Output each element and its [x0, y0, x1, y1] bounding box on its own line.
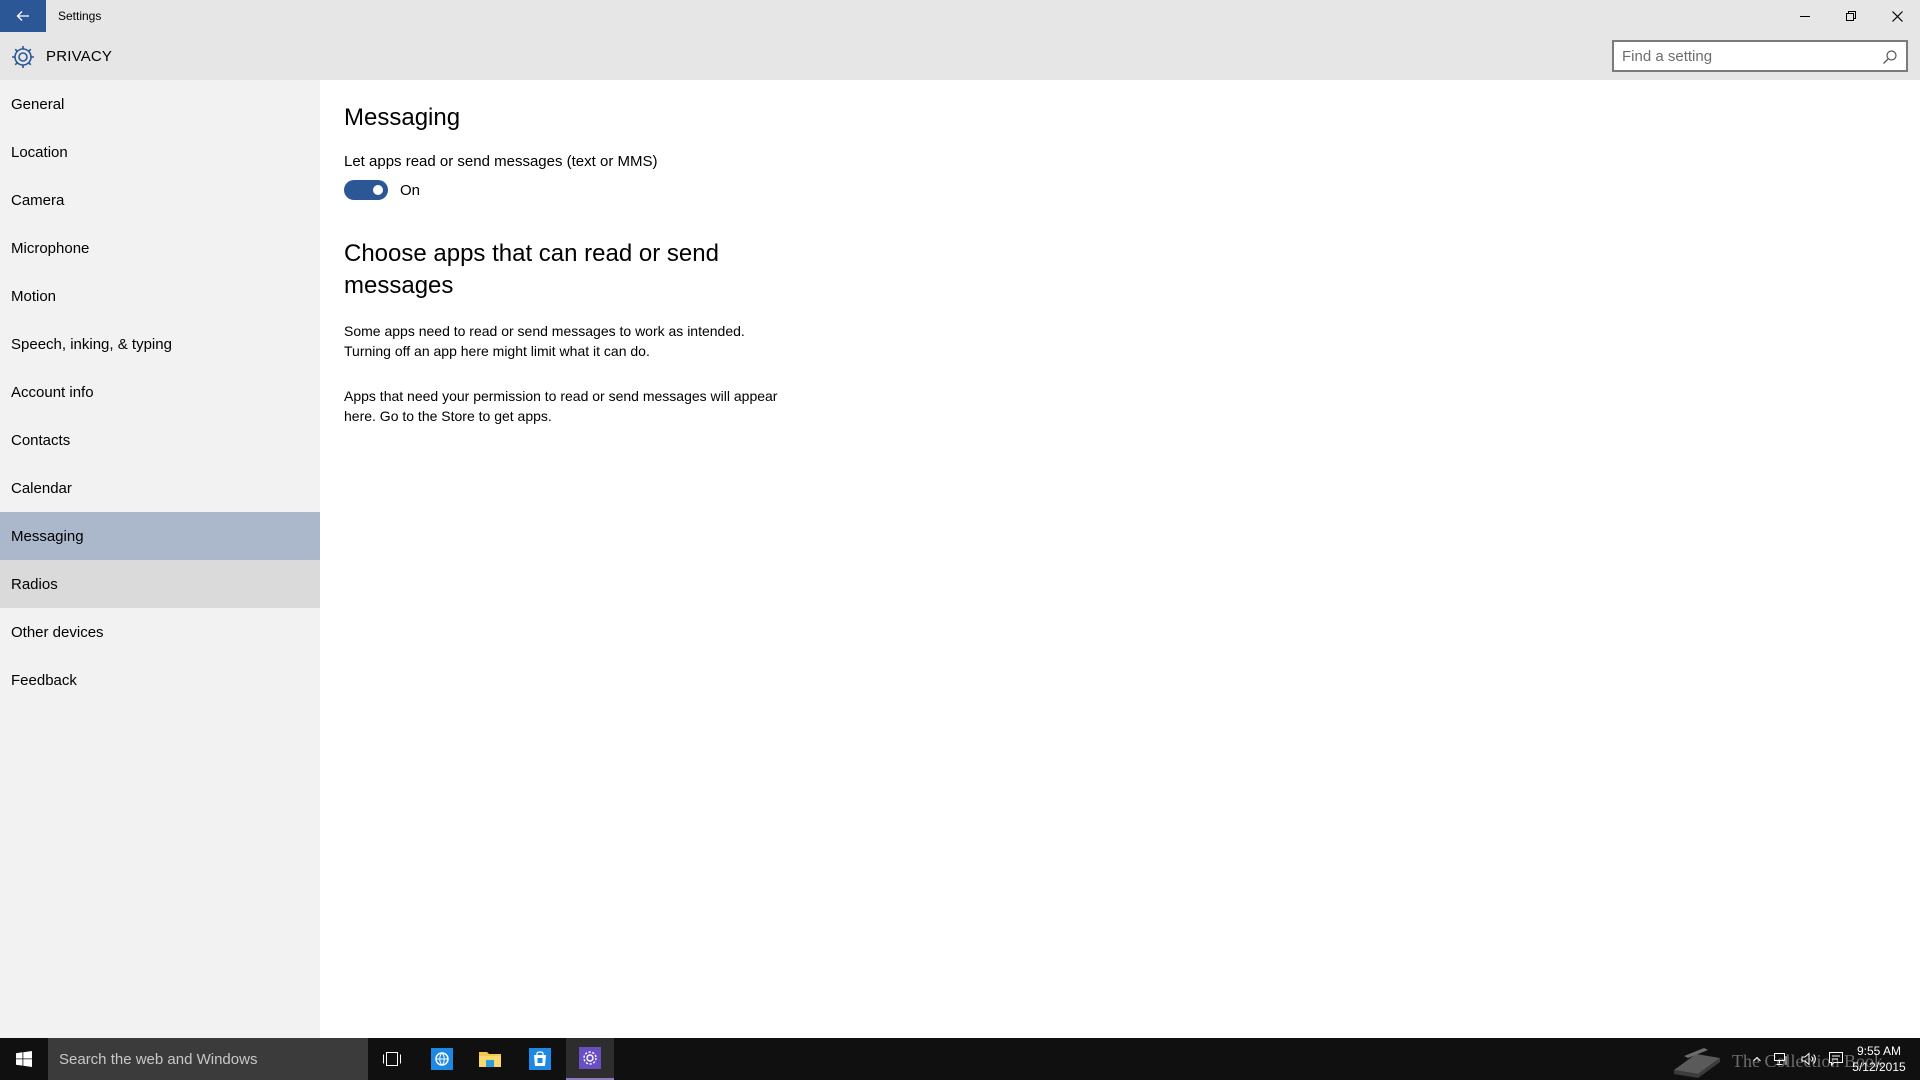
sidebar-item-label: Calendar [11, 479, 72, 497]
messaging-toggle-switch[interactable] [344, 180, 388, 200]
find-setting-input[interactable] [1622, 42, 1872, 70]
page-category-title: PRIVACY [46, 48, 113, 65]
start-button[interactable] [0, 1038, 48, 1080]
sidebar-item-label: Camera [11, 191, 65, 209]
sidebar-item-speech-inking-typing[interactable]: Speech, inking, & typing [0, 320, 320, 368]
clock-time: 9:55 AM [1856, 1044, 1902, 1058]
sidebar-item-other-devices[interactable]: Other devices [0, 608, 320, 656]
file-explorer-icon [479, 1052, 501, 1067]
settings-icon [579, 1047, 601, 1069]
taskbar-clock[interactable]: 9:55 AM 5/12/2015 [1848, 1043, 1910, 1075]
sidebar-item-label: Microphone [11, 239, 90, 257]
volume-button[interactable] [1796, 1038, 1822, 1080]
sidebar-item-calendar[interactable]: Calendar [0, 464, 320, 512]
window-title: Settings [58, 9, 102, 23]
toggle-knob [373, 185, 383, 195]
sidebar-item-general[interactable]: General [0, 80, 320, 128]
minimize-button[interactable] [1782, 0, 1828, 32]
sidebar-item-account-info[interactable]: Account info [0, 368, 320, 416]
section-title: Choose apps that can read or send messag… [344, 240, 719, 299]
book-logo-icon [1674, 1048, 1720, 1078]
sidebar-item-camera[interactable]: Camera [0, 176, 320, 224]
messaging-settings-pane: Messaging Let apps read or send messages… [320, 80, 1920, 1038]
sidebar-item-label: Speech, inking, & typing [11, 335, 172, 353]
toggle-state-text: On [400, 182, 421, 199]
store-button[interactable] [516, 1038, 564, 1080]
task-view-icon [383, 1052, 401, 1066]
sidebar-item-label: Contacts [11, 431, 71, 449]
sidebar-item-radios[interactable]: Radios [0, 560, 320, 608]
sidebar-item-label: Radios [11, 575, 58, 593]
show-hidden-icons-chevron-icon [1753, 1056, 1761, 1062]
close-button[interactable] [1874, 0, 1920, 32]
action-center-button[interactable] [1824, 1038, 1848, 1080]
no-apps-message: Apps that need your permission to read o… [344, 388, 778, 424]
minimize-icon [1800, 16, 1810, 17]
settings-taskbar-button[interactable] [566, 1038, 614, 1080]
taskbar-search-placeholder: Search the web and Windows [59, 1050, 258, 1068]
search-icon[interactable] [1882, 49, 1898, 65]
internet-explorer-icon [431, 1048, 453, 1070]
sidebar-item-label: Account info [11, 383, 94, 401]
file-explorer-button[interactable] [466, 1038, 514, 1080]
back-button[interactable] [0, 0, 46, 32]
gear-icon [12, 46, 34, 68]
description-text: Some apps need to read or send messages … [344, 323, 745, 359]
network-button[interactable] [1768, 1038, 1794, 1080]
restore-button[interactable] [1828, 0, 1874, 32]
windows-logo-icon [16, 1051, 32, 1067]
network-icon [1774, 1053, 1787, 1065]
title-bar: Settings [0, 0, 1920, 32]
sidebar-item-label: Location [11, 143, 68, 161]
show-hidden-icons-button[interactable] [1748, 1038, 1766, 1080]
sidebar-item-label: Feedback [11, 671, 77, 689]
sidebar-item-contacts[interactable]: Contacts [0, 416, 320, 464]
sidebar-item-messaging[interactable]: Messaging [0, 512, 320, 560]
find-setting-search-box[interactable] [1612, 40, 1908, 72]
sidebar-item-microphone[interactable]: Microphone [0, 224, 320, 272]
page-title: Messaging [344, 104, 461, 131]
volume-icon [1801, 1052, 1816, 1066]
sidebar-item-label: Messaging [11, 527, 84, 545]
sidebar-item-motion[interactable]: Motion [0, 272, 320, 320]
sidebar-item-label: Other devices [11, 623, 104, 641]
privacy-sidebar: General Location Camera Microphone Motio… [0, 80, 320, 1038]
sidebar-item-label: Motion [11, 287, 57, 305]
sidebar-item-label: General [11, 95, 65, 113]
task-view-button[interactable] [368, 1038, 416, 1080]
close-icon [1891, 10, 1903, 22]
taskbar: Search the web and Windows The Collectio… [0, 1038, 1920, 1080]
taskbar-search-box[interactable]: Search the web and Windows [48, 1038, 368, 1080]
action-center-icon [1829, 1052, 1843, 1066]
store-icon [529, 1048, 551, 1070]
settings-header: PRIVACY [0, 32, 1920, 80]
sidebar-item-location[interactable]: Location [0, 128, 320, 176]
back-arrow-icon [16, 11, 29, 21]
restore-icon [1846, 11, 1856, 21]
internet-explorer-button[interactable] [418, 1038, 466, 1080]
messaging-toggle-label: Let apps read or send messages (text or … [344, 153, 658, 170]
sidebar-item-feedback[interactable]: Feedback [0, 656, 320, 704]
clock-date: 5/12/2015 [1852, 1060, 1906, 1074]
